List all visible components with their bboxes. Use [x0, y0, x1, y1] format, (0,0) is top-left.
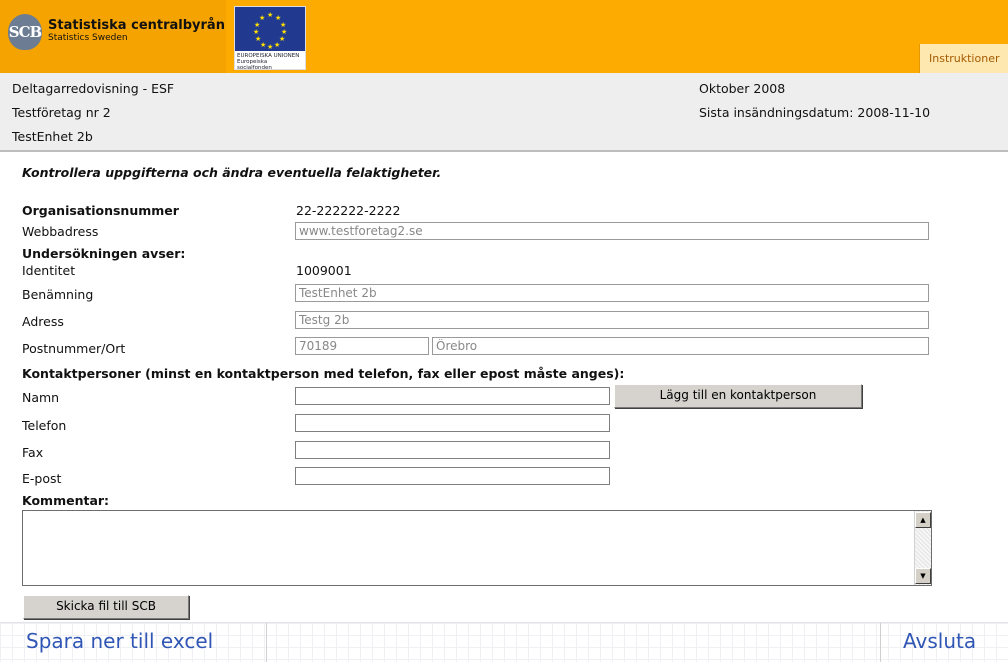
scroll-down-icon[interactable]: ▼	[915, 568, 931, 584]
tab-instructions[interactable]: Instruktioner	[919, 44, 1008, 73]
send-to-scb-button[interactable]: Skicka fil till SCB	[23, 595, 189, 619]
postal-label: Postnummer/Ort	[22, 341, 126, 356]
postal-code-field[interactable]	[295, 337, 429, 355]
contact-email-label: E-post	[22, 471, 62, 486]
contact-fax-label: Fax	[22, 445, 44, 460]
exit-link[interactable]: Avsluta	[903, 629, 976, 653]
contact-name-field[interactable]	[295, 387, 610, 405]
eu-flag-logo: ★ ★ ★ ★ ★ ★ ★ ★ ★ ★ ★ ★ EUROPEISKA UNION…	[234, 6, 306, 71]
contact-phone-label: Telefon	[22, 418, 67, 433]
identity-label: Identitet	[22, 263, 76, 278]
period: Oktober 2008	[699, 81, 786, 96]
scb-logo-mark: SCB	[8, 14, 42, 50]
unit-name: TestEnhet 2b	[12, 129, 93, 144]
footer-divider	[266, 623, 267, 662]
contact-email-field[interactable]	[295, 467, 610, 485]
org-subtitle: Statistics Sweden	[48, 33, 128, 43]
contacts-heading: Kontaktpersoner (minst en kontaktperson …	[22, 366, 625, 381]
city-field[interactable]	[432, 337, 929, 355]
contact-fax-field[interactable]	[295, 441, 610, 459]
save-excel-link[interactable]: Spara ner till excel	[26, 629, 213, 653]
web-address-label: Webbadress	[22, 224, 99, 239]
comment-textarea[interactable]: ▲ ▼	[22, 510, 932, 586]
identity-value: 1009001	[296, 263, 352, 278]
org-number-value: 22-222222-2222	[296, 203, 401, 218]
deadline: Sista insändningsdatum: 2008-11-10	[699, 105, 931, 120]
form-intro: Kontrollera uppgifterna och ändra eventu…	[22, 165, 442, 180]
add-contact-button[interactable]: Lägg till en kontaktperson	[614, 384, 862, 408]
address-field[interactable]	[295, 311, 929, 329]
footer-divider	[880, 623, 881, 662]
eu-fund-text: EUROPEISKA UNIONEN Europeiska socialfond…	[237, 53, 300, 71]
comment-scrollbar[interactable]: ▲ ▼	[914, 511, 931, 585]
footer-bar: Spara ner till excel Avsluta	[0, 622, 1008, 662]
unit-name-label: Benämning	[22, 287, 94, 302]
org-number-label: Organisationsnummer	[22, 203, 179, 218]
contact-phone-field[interactable]	[295, 414, 610, 432]
contact-name-label: Namn	[22, 390, 60, 405]
eu-flag-icon: ★ ★ ★ ★ ★ ★ ★ ★ ★ ★ ★ ★	[235, 7, 305, 51]
unit-name-field[interactable]	[295, 284, 929, 302]
comment-label: Kommentar:	[22, 493, 110, 508]
address-label: Adress	[22, 314, 64, 329]
survey-name: Deltagarredovisning - ESF	[12, 81, 175, 96]
header-banner: SCB Statistiska centralbyrån Statistics …	[0, 0, 1008, 73]
web-address-field[interactable]	[295, 222, 929, 240]
survey-info-panel: Deltagarredovisning - ESF Testföretag nr…	[0, 73, 1008, 152]
org-name: Statistiska centralbyrån	[48, 18, 225, 33]
scroll-up-icon[interactable]: ▲	[915, 512, 931, 528]
scb-logo: SCB Statistiska centralbyrån Statistics …	[0, 0, 306, 73]
company-name: Testföretag nr 2	[12, 105, 111, 120]
survey-concerns-heading: Undersökningen avser:	[22, 246, 186, 261]
